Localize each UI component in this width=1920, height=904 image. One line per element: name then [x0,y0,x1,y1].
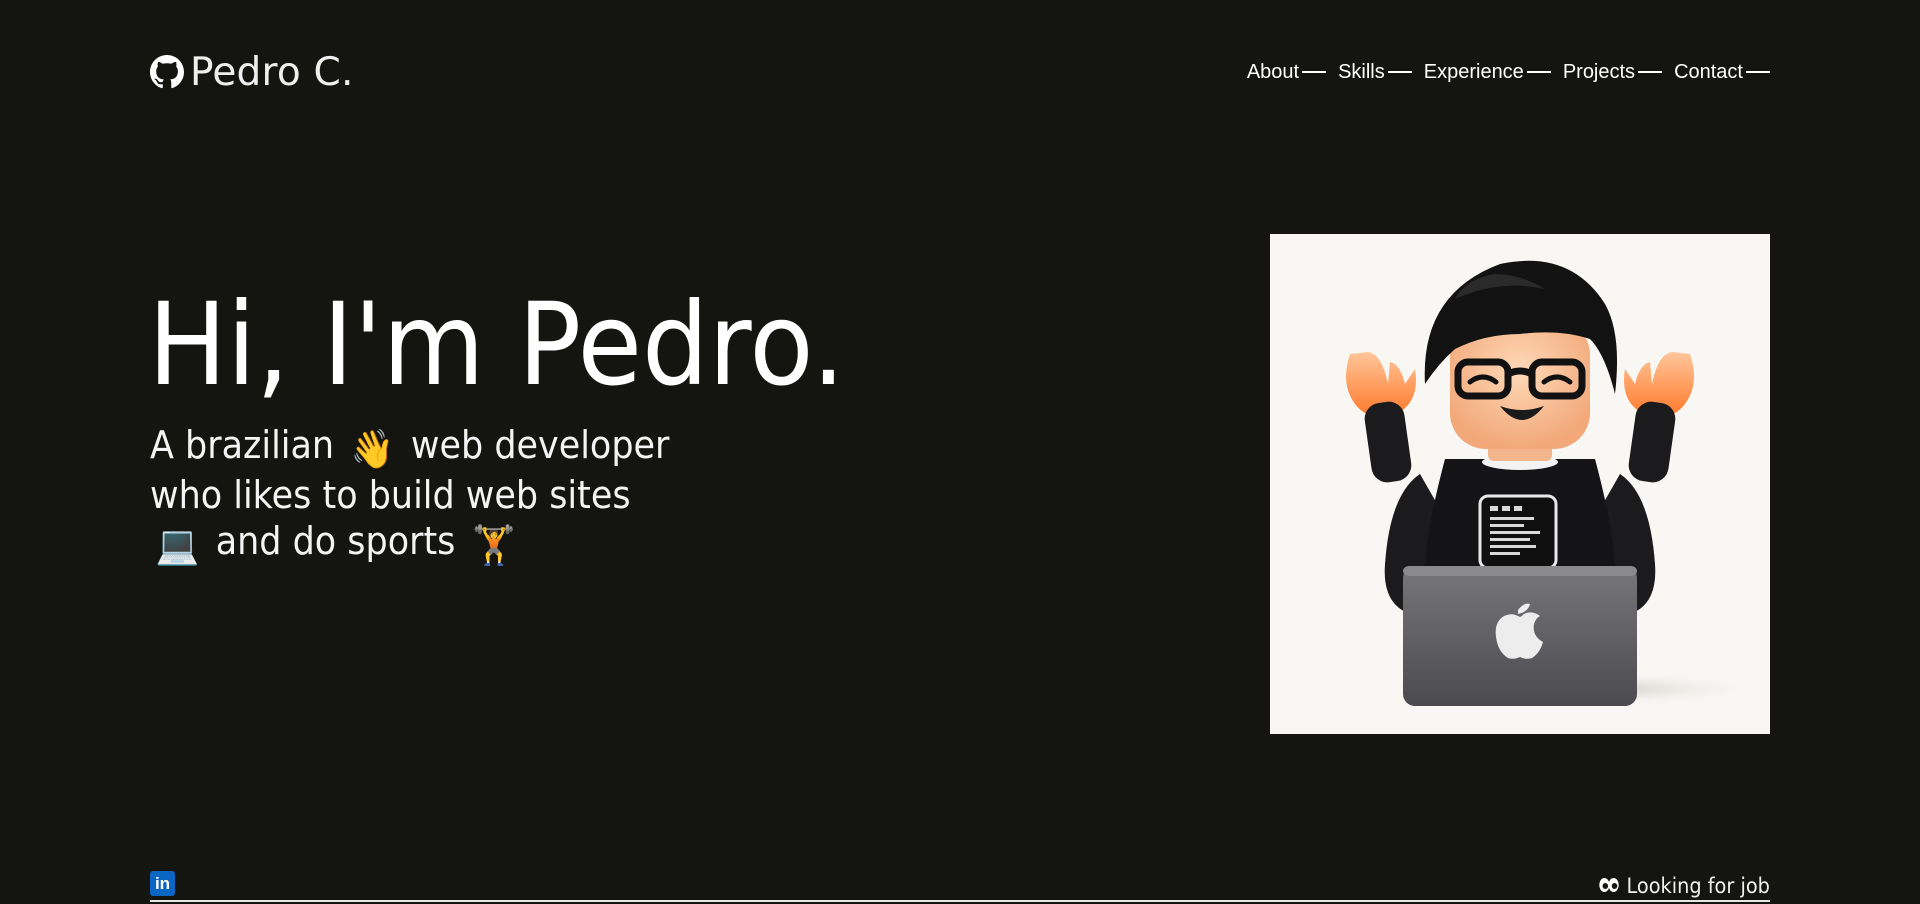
footer-divider [150,900,1770,902]
brand-link[interactable]: Pedro C. [150,50,354,95]
nav-projects-label: Projects [1562,60,1636,83]
site-footer: in Looking for job [150,868,1770,902]
linkedin-icon[interactable]: in [150,871,175,896]
main-nav: About Skills Experience Projects Contact [1247,61,1770,84]
nav-dash [1746,71,1770,73]
nav-skills-label: Skills [1338,60,1385,83]
hero-title: Hi, I'm Pedro. [148,278,846,411]
github-icon [150,55,184,89]
hero-subtitle: A brazilian 👋 web developer who likes to… [150,422,669,568]
subtitle-text: A brazilian [150,423,335,467]
nav-about[interactable]: About [1246,60,1327,84]
status-text: Looking for job [1626,874,1770,898]
nav-skills[interactable]: Skills [1338,61,1412,84]
brand-name: Pedro C. [190,49,354,95]
nav-contact[interactable]: Contact [1674,61,1770,84]
subtitle-text: web developer [410,423,670,467]
subtitle-line-1: A brazilian 👋 web developer [150,422,669,472]
nav-about-label: About [1246,60,1300,83]
nav-dash [1387,71,1412,73]
subtitle-text: and do sports [215,519,456,563]
nav-dash [1638,71,1663,73]
nav-experience-label: Experience [1423,60,1524,83]
site-header: Pedro C. About Skills Experience Project… [150,48,1770,96]
lego-developer-illustration [1346,260,1770,707]
subtitle-line-2: who likes to build web sites [150,473,631,517]
nav-experience[interactable]: Experience [1424,61,1551,84]
page: Pedro C. About Skills Experience Project… [0,0,1920,904]
subtitle-line-3: 💻 and do sports 🏋️ [150,518,669,568]
nav-contact-label: Contact [1674,60,1743,83]
laptop-icon: 💻 [155,523,200,567]
waving-hand-icon: 👋 [350,427,395,471]
avatar-image [1270,234,1770,734]
nav-dash [1302,71,1327,73]
weightlifter-icon: 🏋️ [472,523,516,567]
nav-dash [1526,71,1551,73]
nav-projects[interactable]: Projects [1562,60,1663,84]
eyes-icon [1599,874,1619,898]
job-status: Looking for job [1599,874,1770,898]
